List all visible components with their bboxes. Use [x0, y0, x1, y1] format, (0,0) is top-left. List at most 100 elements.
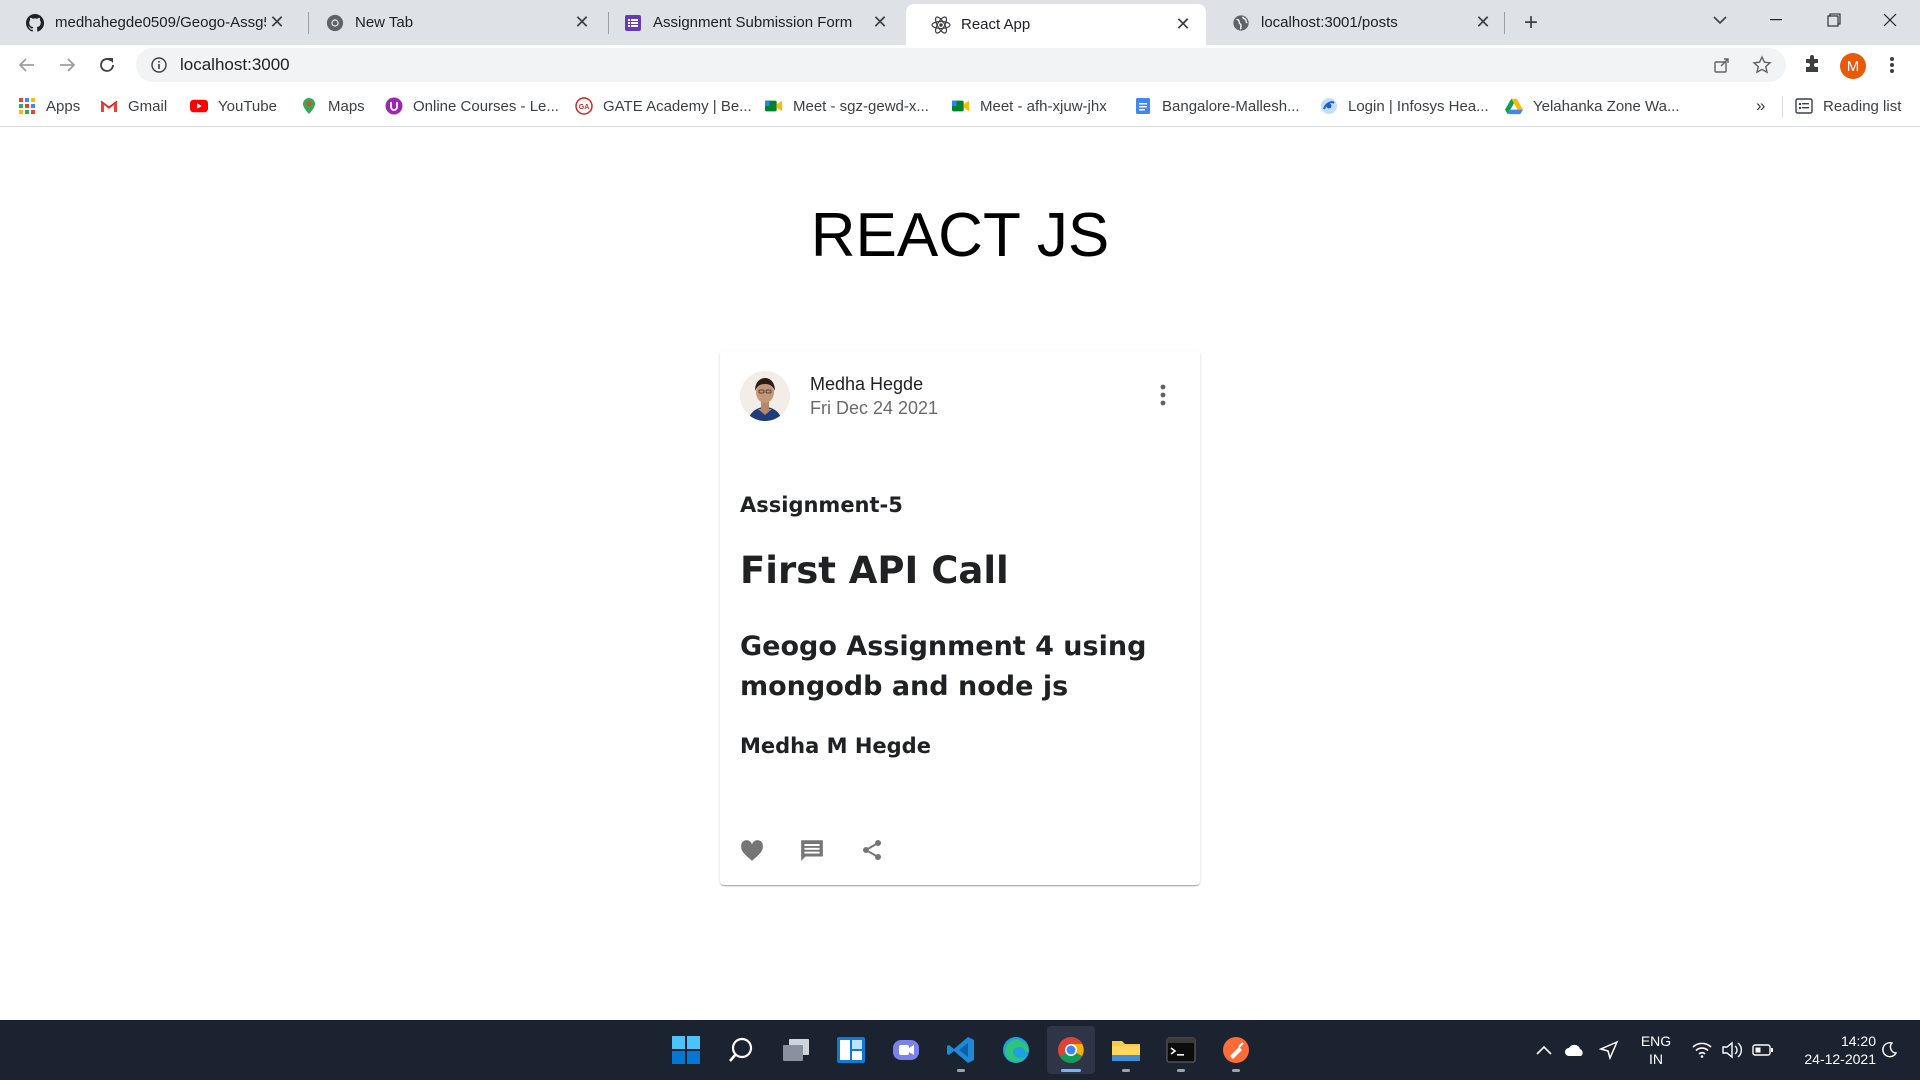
- widgets-icon: [837, 1037, 865, 1063]
- vscode-taskbar-button[interactable]: [937, 1026, 985, 1074]
- close-window-button[interactable]: [1862, 0, 1918, 40]
- tab-localhost-posts[interactable]: localhost:3001/posts ✕: [1206, 0, 1506, 45]
- bookmark-label: GATE Academy | Be...: [603, 97, 752, 115]
- bookmark-online-courses[interactable]: Online Courses - Le...: [385, 94, 559, 118]
- close-tab-icon[interactable]: ✕: [869, 12, 891, 34]
- running-indicator: [957, 1069, 965, 1072]
- youtube-icon: [190, 97, 208, 115]
- bookmarks-overflow-button[interactable]: »: [1756, 94, 1765, 118]
- bookmark-yelahanka[interactable]: Yelahanka Zone Wa...: [1505, 94, 1679, 118]
- teams-chat-button[interactable]: [882, 1026, 930, 1074]
- close-tab-icon[interactable]: ✕: [266, 12, 288, 34]
- chevron-up-icon: [1536, 1045, 1552, 1055]
- battery-icon[interactable]: [1750, 1036, 1776, 1064]
- tab-strip: medhahegde0509/Geogo-Assg5 ✕ New Tab ✕ A…: [0, 0, 1920, 45]
- close-tab-icon[interactable]: ✕: [1472, 12, 1494, 34]
- more-vert-icon: [1160, 384, 1166, 406]
- bookmark-gate-academy[interactable]: GA GATE Academy | Be...: [575, 94, 752, 118]
- file-explorer-button[interactable]: [1102, 1026, 1150, 1074]
- reading-list-button[interactable]: Reading list: [1795, 94, 1901, 118]
- new-tab-button[interactable]: +: [1516, 8, 1546, 38]
- address-bar[interactable]: localhost:3000: [136, 48, 1786, 82]
- react-icon: [931, 15, 951, 35]
- bookmark-gmail[interactable]: Gmail: [100, 94, 167, 118]
- bookmark-meet-1[interactable]: Meet - sgz-gewd-x...: [765, 94, 929, 118]
- bookmark-meet-2[interactable]: Meet - afh-xjuw-jhx: [952, 94, 1107, 118]
- share-button[interactable]: [850, 828, 894, 872]
- bookmark-star-icon[interactable]: [1750, 53, 1774, 77]
- avatar: [740, 371, 790, 421]
- back-button[interactable]: [12, 50, 42, 80]
- courses-icon: [385, 97, 403, 115]
- bookmark-label: Online Courses - Le...: [413, 97, 559, 115]
- arrow-forward-icon: [60, 58, 76, 72]
- bookmark-infosys[interactable]: Login | Infosys Hea...: [1320, 94, 1489, 118]
- tab-search-button[interactable]: [1692, 0, 1748, 40]
- focus-assist-icon[interactable]: [1876, 1036, 1902, 1064]
- more-options-button[interactable]: [1148, 377, 1178, 413]
- wifi-icon[interactable]: [1690, 1036, 1714, 1064]
- show-hidden-icons-button[interactable]: [1534, 1036, 1554, 1064]
- bookmark-label: Maps: [328, 97, 365, 115]
- running-indicator: [1061, 1069, 1081, 1072]
- reload-button[interactable]: [92, 50, 122, 80]
- favorite-icon: [741, 840, 763, 861]
- clock[interactable]: 14:20 24-12-2021: [1788, 1032, 1876, 1068]
- task-view-button[interactable]: [772, 1026, 820, 1074]
- profile-avatar[interactable]: M: [1840, 53, 1866, 79]
- svg-text:GA: GA: [579, 104, 590, 111]
- tab-divider: [1504, 12, 1505, 34]
- gate-icon: GA: [575, 97, 593, 115]
- widgets-button[interactable]: [827, 1026, 875, 1074]
- extensions-icon[interactable]: [1800, 53, 1824, 77]
- postman-button[interactable]: [1212, 1026, 1260, 1074]
- teams-chat-icon: [893, 1040, 919, 1060]
- tab-title: medhahegde0509/Geogo-Assg5: [55, 14, 266, 31]
- tab-new-tab[interactable]: New Tab ✕: [300, 0, 605, 45]
- close-icon: [1883, 13, 1897, 27]
- favorite-button[interactable]: [730, 828, 774, 872]
- edge-icon: [1003, 1037, 1029, 1063]
- onedrive-icon[interactable]: [1562, 1036, 1588, 1064]
- gmail-icon: [100, 97, 118, 115]
- location-icon[interactable]: [1596, 1036, 1622, 1064]
- clock-date: 24-12-2021: [1804, 1051, 1876, 1067]
- bookmark-label: Meet - sgz-gewd-x...: [793, 97, 929, 115]
- restore-button[interactable]: [1806, 0, 1862, 40]
- chrome-icon: [1058, 1037, 1084, 1063]
- tab-react-app[interactable]: React App ✕: [906, 4, 1206, 45]
- arrow-back-icon: [18, 58, 34, 72]
- bookmark-youtube[interactable]: YouTube: [190, 94, 277, 118]
- start-button[interactable]: [662, 1026, 710, 1074]
- bookmark-label: Bangalore-Mallesh...: [1162, 97, 1300, 115]
- search-button[interactable]: [717, 1026, 765, 1074]
- bookmark-apps[interactable]: Apps: [18, 94, 80, 118]
- tab-github[interactable]: medhahegde0509/Geogo-Assg5 ✕: [0, 0, 300, 45]
- page-title: REACT JS: [810, 201, 1110, 270]
- close-tab-icon[interactable]: ✕: [1172, 14, 1194, 36]
- author-name: Medha Hegde: [810, 374, 924, 394]
- post-subheading: Geogo Assignment 4 using mongodb and nod…: [740, 631, 1147, 702]
- close-tab-icon[interactable]: ✕: [571, 12, 593, 34]
- forward-button[interactable]: [52, 50, 82, 80]
- edge-taskbar-button[interactable]: [992, 1026, 1040, 1074]
- terminal-button[interactable]: [1157, 1026, 1205, 1074]
- bookmark-label: Apps: [46, 97, 81, 115]
- share-page-icon[interactable]: [1710, 53, 1734, 77]
- bookmark-maps[interactable]: Maps: [300, 94, 365, 118]
- bookmark-label: Meet - afh-xjuw-jhx: [980, 97, 1107, 115]
- chrome-taskbar-button[interactable]: [1047, 1026, 1095, 1074]
- bookmark-bangalore[interactable]: Bangalore-Mallesh...: [1134, 94, 1300, 118]
- volume-icon[interactable]: [1720, 1036, 1744, 1064]
- comment-icon: [801, 840, 823, 861]
- meet-icon: [952, 97, 970, 115]
- comment-button[interactable]: [790, 828, 834, 872]
- minimize-button[interactable]: [1748, 0, 1804, 40]
- menu-kebab-icon[interactable]: [1880, 53, 1904, 77]
- browser-toolbar: localhost:3000 M: [0, 45, 1920, 85]
- maps-icon: [300, 97, 318, 115]
- site-info-icon[interactable]: [150, 56, 168, 74]
- input-language[interactable]: ENG IN: [1634, 1032, 1678, 1068]
- vscode-icon: [947, 1037, 974, 1063]
- tab-assignment-form[interactable]: Assignment Submission Form ✕: [598, 0, 903, 45]
